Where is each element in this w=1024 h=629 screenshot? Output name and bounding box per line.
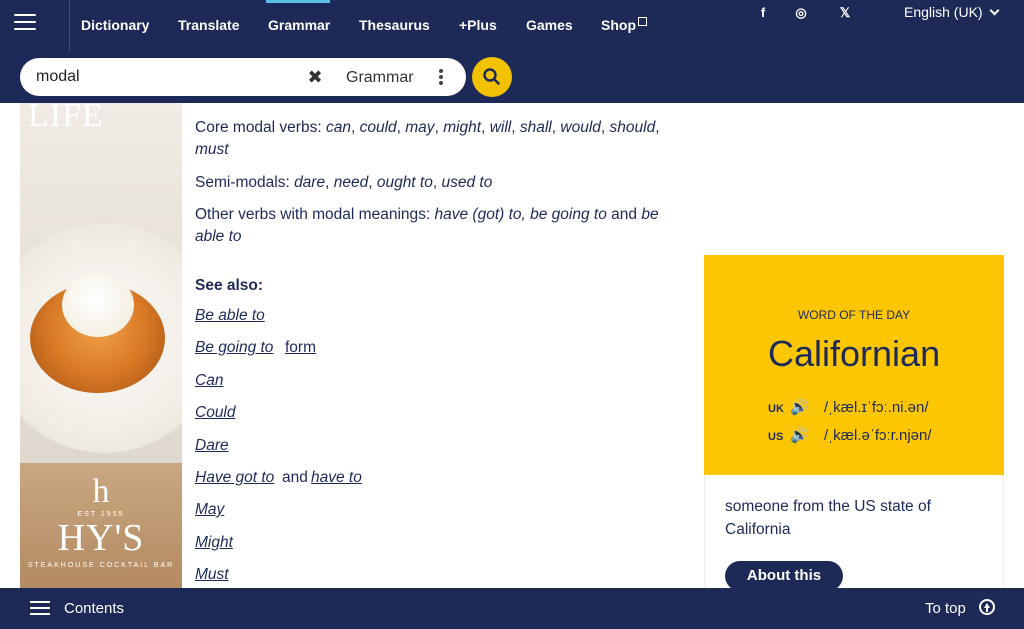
facebook-icon[interactable]: f bbox=[752, 4, 774, 22]
clear-search-icon[interactable]: ✖ bbox=[304, 66, 326, 88]
region-label: UK bbox=[768, 403, 784, 415]
verb: could bbox=[359, 119, 397, 136]
nav-item-translate[interactable]: Translate bbox=[178, 17, 239, 33]
verb: must bbox=[195, 141, 229, 158]
conjunction: and bbox=[611, 206, 638, 223]
verb: should bbox=[609, 119, 656, 136]
verb: would bbox=[560, 119, 601, 136]
core-modal-verbs: Core modal verbs: can, could, may, might… bbox=[195, 119, 660, 158]
pronunciation-us: US 🔊 /ˌkæl.əˈfɔːr.njən/ bbox=[768, 426, 932, 444]
nav-item-thesaurus[interactable]: Thesaurus bbox=[359, 17, 430, 33]
contents-button[interactable]: Contents bbox=[64, 600, 124, 617]
ad-ice-cream-image bbox=[62, 273, 134, 337]
verb: might bbox=[443, 119, 482, 136]
other-modal-verbs: Other verbs with modal meanings: have (g… bbox=[195, 204, 685, 248]
word-of-the-day-label: WORD OF THE DAY bbox=[797, 308, 911, 322]
semi-modals-label: Semi-modals: bbox=[195, 174, 290, 191]
to-top-button[interactable]: To top bbox=[925, 600, 966, 617]
word-of-the-day-definition: someone from the US state of California bbox=[725, 498, 931, 538]
nav-item-shop[interactable]: Shop bbox=[601, 17, 647, 33]
verb: may bbox=[405, 119, 435, 136]
link-have-got-to[interactable]: Have got to bbox=[195, 469, 274, 487]
link-can[interactable]: Can bbox=[195, 372, 223, 390]
link-have-to[interactable]: have to bbox=[311, 469, 362, 487]
word-of-the-day-card: WORD OF THE DAY Californian UK 🔊 /ˌkæl.ɪˈf… bbox=[704, 255, 1004, 475]
link-must[interactable]: Must bbox=[195, 566, 229, 584]
ad-brand-mark: h bbox=[92, 473, 110, 510]
ad-headline: LIFE bbox=[28, 103, 104, 134]
verb: shall bbox=[519, 119, 552, 136]
ipa-text: /ˌkæl.əˈfɔːr.njən/ bbox=[824, 427, 932, 444]
arrow-up-icon[interactable] bbox=[979, 599, 995, 615]
ad-subtitle: STEAKHOUSE COCKTAIL BAR bbox=[27, 562, 175, 569]
instagram-icon[interactable]: ◎ bbox=[790, 4, 812, 22]
contents-menu-icon[interactable] bbox=[30, 601, 50, 617]
nav-item-shop-label: Shop bbox=[601, 17, 636, 33]
word-of-the-day-word[interactable]: Californian bbox=[768, 333, 940, 375]
search-box: ✖ Grammar bbox=[20, 58, 466, 96]
language-selector[interactable]: English (UK) bbox=[904, 4, 1000, 20]
ipa-text: /ˌkæl.ɪˈfɔː.ni.ən/ bbox=[824, 399, 929, 416]
verb: used to bbox=[441, 174, 493, 191]
see-also-heading: See also: bbox=[195, 277, 264, 294]
x-twitter-icon[interactable]: 𝕏 bbox=[834, 4, 856, 22]
verb: need bbox=[333, 174, 369, 191]
speaker-icon[interactable]: 🔊 bbox=[790, 426, 812, 444]
search-input[interactable] bbox=[36, 68, 296, 86]
nav-item-plus[interactable]: +Plus bbox=[459, 17, 497, 33]
search-icon bbox=[483, 68, 500, 85]
link-be-going-to[interactable]: Be going to bbox=[195, 339, 273, 357]
top-navigation: Dictionary Translate Grammar Thesaurus +… bbox=[0, 0, 1024, 52]
other-modals-label: Other verbs with modal meanings: bbox=[195, 206, 431, 223]
region-label: US bbox=[768, 431, 784, 443]
nav-item-grammar[interactable]: Grammar bbox=[268, 17, 330, 33]
language-label: English (UK) bbox=[904, 4, 983, 20]
active-tab-indicator bbox=[266, 0, 330, 3]
verb: dare bbox=[294, 174, 326, 191]
verb: ought to bbox=[376, 174, 433, 191]
conjunction: and bbox=[282, 469, 308, 486]
verb: will bbox=[489, 119, 512, 136]
chevron-down-icon bbox=[989, 5, 1000, 16]
link-may[interactable]: May bbox=[195, 501, 224, 519]
semi-modals: Semi-modals: dare, need, ought to, used … bbox=[195, 174, 493, 191]
core-modals-label: Core modal verbs: bbox=[195, 119, 322, 136]
nav-divider bbox=[69, 0, 70, 52]
more-options-icon bbox=[439, 69, 443, 85]
bottom-bar: Contents To top bbox=[0, 588, 1024, 629]
link-form[interactable]: form bbox=[285, 339, 316, 357]
verb: can bbox=[325, 119, 351, 136]
clipped-text-row bbox=[195, 93, 685, 103]
hamburger-menu-icon[interactable] bbox=[14, 14, 36, 32]
link-be-able-to[interactable]: Be able to bbox=[195, 307, 265, 325]
link-could[interactable]: Could bbox=[195, 404, 236, 422]
nav-item-dictionary[interactable]: Dictionary bbox=[81, 17, 149, 33]
speaker-icon[interactable]: 🔊 bbox=[790, 398, 812, 416]
about-this-button[interactable]: About this bbox=[725, 561, 843, 591]
advertisement[interactable]: LIFE h EST 1955 HY'S STEAKHOUSE COCKTAIL… bbox=[20, 103, 182, 588]
pronunciation-uk: UK 🔊 /ˌkæl.ɪˈfɔː.ni.ən/ bbox=[768, 398, 929, 416]
link-dare[interactable]: Dare bbox=[195, 437, 229, 455]
search-button[interactable] bbox=[472, 57, 512, 97]
page: Dictionary Translate Grammar Thesaurus +… bbox=[0, 0, 1024, 629]
verb-phrase: have (got) to, be going to bbox=[434, 206, 607, 223]
ad-brand-name: HY'S bbox=[57, 517, 145, 559]
nav-item-games[interactable]: Games bbox=[526, 17, 573, 33]
word-of-the-day-definition-panel: someone from the US state of California … bbox=[704, 475, 1004, 591]
search-scope-label: Grammar bbox=[346, 69, 414, 86]
external-link-icon bbox=[638, 17, 647, 26]
link-might[interactable]: Might bbox=[195, 534, 233, 552]
ad-brand-block: h EST 1955 HY'S STEAKHOUSE COCKTAIL BAR bbox=[20, 473, 182, 570]
search-scope-select[interactable]: Grammar bbox=[327, 62, 463, 92]
